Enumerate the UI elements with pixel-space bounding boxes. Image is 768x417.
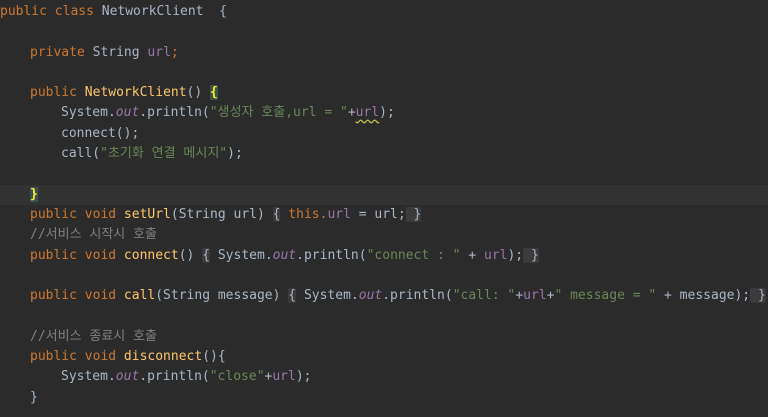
fold-brace[interactable]: } <box>405 206 422 222</box>
code-token: ); <box>295 369 312 385</box>
code-line-7: connect(); <box>0 124 768 144</box>
keyword: public void <box>30 288 124 304</box>
static-field: out <box>272 247 297 263</box>
code-token: ); <box>379 105 395 121</box>
keyword: this <box>280 206 320 222</box>
class-name: NetworkClient <box>101 4 204 19</box>
code-token: System. <box>210 247 273 263</box>
close-brace: } <box>30 389 38 405</box>
code-line-19: System.out.println("close"+url); <box>0 367 768 387</box>
field-name: url <box>523 288 547 304</box>
code-token: call( <box>61 146 101 162</box>
method-name: connect <box>123 247 179 263</box>
string-literal: "close" <box>209 369 265 385</box>
static-field: out <box>115 369 140 385</box>
code-line-15: public void call(String message) { Syste… <box>0 286 768 306</box>
code-line-10-current: } <box>0 184 768 205</box>
code-token: + <box>347 105 356 121</box>
fold-brace[interactable]: } <box>523 247 539 263</box>
semicolon: ; <box>170 44 179 60</box>
code-token: .println( <box>139 369 210 385</box>
code-line-5: public NetworkClient() { <box>0 83 768 103</box>
field-ref-warning: url <box>355 105 380 121</box>
code-line-3: private String url; <box>0 43 768 63</box>
matched-brace: { <box>210 85 218 101</box>
method-name: setUrl <box>123 206 171 222</box>
field-name: url <box>147 44 171 60</box>
static-field: out <box>115 105 140 121</box>
code-token: ); <box>507 247 524 263</box>
comment: //서비스 종료시 호출 <box>30 328 157 344</box>
code-token: + message); <box>656 288 751 304</box>
code-token: ); <box>227 146 243 162</box>
code-token: System. <box>296 288 359 304</box>
code-token: .println( <box>382 288 453 304</box>
field-name: url <box>272 369 296 385</box>
string-literal: "call: " <box>452 288 516 304</box>
matched-brace: } <box>30 186 38 202</box>
code-line-11: public void setUrl(String url) { this.ur… <box>0 205 768 225</box>
method-name: call <box>123 288 156 304</box>
code-token: + <box>460 247 484 263</box>
fold-brace[interactable]: } <box>750 288 766 304</box>
code-line-8: call("초기화 연결 메시지"); <box>0 144 768 164</box>
keyword: public void <box>30 206 124 222</box>
keyword: public void <box>30 247 124 263</box>
code-token: = url; <box>350 206 406 222</box>
field-name: url <box>327 206 351 222</box>
code-line-12: //서비스 시작시 호출 <box>0 225 768 245</box>
code-line-1: public class NetworkClient { <box>0 2 768 22</box>
fold-brace[interactable]: { <box>202 247 211 263</box>
type-name: String <box>92 44 148 60</box>
keyword: public class <box>0 4 102 19</box>
params: (String url) <box>170 206 273 222</box>
params: () <box>186 85 211 101</box>
string-literal: " message = " <box>554 288 657 304</box>
code-line-18: public void disconnect(){ <box>0 347 768 367</box>
code-token: System. <box>61 105 116 121</box>
keyword: private <box>30 44 93 60</box>
constructor-name: NetworkClient <box>84 85 187 101</box>
keyword: public void <box>30 349 124 365</box>
string-literal: "connect : " <box>366 247 461 263</box>
params: () <box>178 247 203 263</box>
open-brace: { <box>203 4 227 19</box>
params: (String message) <box>155 288 289 304</box>
code-line-6: System.out.println("생성자 호출,url = "+url); <box>0 103 768 123</box>
keyword: public <box>30 85 85 101</box>
params: (){ <box>202 349 226 365</box>
code-token: System. <box>61 369 116 385</box>
comment: //서비스 시작시 호출 <box>30 227 157 243</box>
code-token: connect(); <box>61 125 140 141</box>
field-name: url <box>484 247 508 263</box>
code-token: .println( <box>296 247 367 263</box>
code-editor[interactable]: public class NetworkClient { private Str… <box>0 0 768 417</box>
code-token: .println( <box>139 105 210 121</box>
method-name: disconnect <box>123 349 203 365</box>
string-literal: "생성자 호출,url = " <box>209 105 348 121</box>
string-literal: "초기화 연결 메시지" <box>100 146 228 162</box>
code-line-13: public void connect() { System.out.print… <box>0 246 768 266</box>
code-line-20: } <box>0 388 768 408</box>
code-token: + <box>515 288 524 304</box>
fold-brace[interactable]: { <box>288 288 297 304</box>
code-line-17: //서비스 종료시 호출 <box>0 327 768 347</box>
static-field: out <box>358 288 383 304</box>
